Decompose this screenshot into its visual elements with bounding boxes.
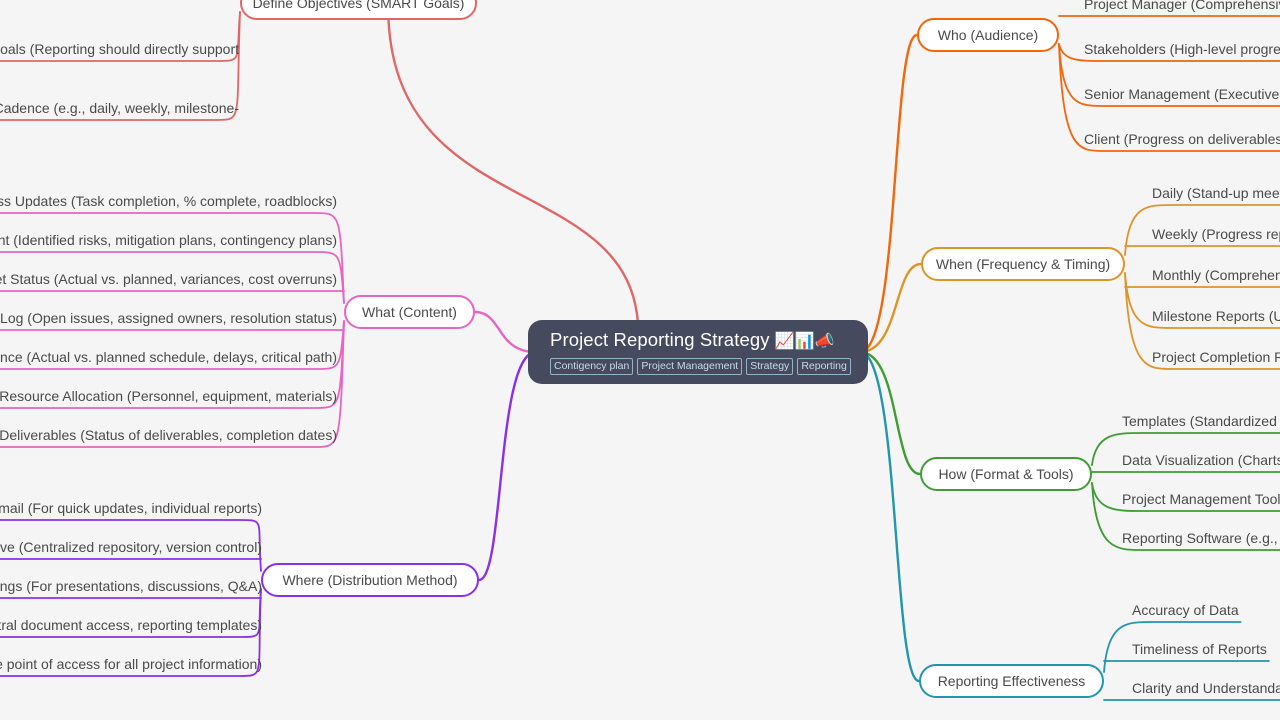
leaf-label: Stakeholders (High-level progress, risks… — [1084, 41, 1280, 57]
leaf-label: Clarity and Understandability — [1132, 680, 1280, 696]
leaf-item[interactable]: Senior Management (Executive summary) — [1082, 85, 1280, 108]
leaf-label: Risk Assessment (Identified risks, mitig… — [0, 232, 337, 248]
leaf-item[interactable]: Clarity and Understandability — [1130, 679, 1280, 702]
leaf-item[interactable]: Meetings (For presentations, discussions… — [0, 577, 264, 600]
leaf-item[interactable]: Key Deliverables (Status of deliverables… — [0, 426, 339, 449]
branch-label: What (Content) — [362, 304, 457, 320]
leaf-item[interactable]: Intranet (Single point of access for all… — [0, 655, 264, 678]
branch-node-who-audience[interactable]: Who (Audience) — [917, 18, 1059, 52]
leaf-item[interactable]: Accuracy of Data — [1130, 601, 1241, 624]
leaf-label: Shared Drive (Centralized repository, ve… — [0, 539, 262, 555]
tag-strategy[interactable]: Strategy — [746, 358, 794, 375]
leaf-label: Client (Progress on deliverables, milest… — [1084, 131, 1280, 147]
leaf-label: Data Visualization (Charts, graphs) — [1122, 452, 1280, 468]
root-node[interactable]: Project Reporting Strategy 📈📊📣 Contigenc… — [528, 320, 868, 384]
leaf-item[interactable]: Reporting Software (e.g., Power BI) — [1120, 529, 1280, 552]
leaf-label: Email (For quick updates, individual rep… — [0, 500, 262, 516]
root-tag-list: Contigency plan Project Management Strat… — [550, 358, 854, 375]
tag-reporting[interactable]: Reporting — [797, 358, 851, 375]
branch-label: Who (Audience) — [937, 27, 1039, 43]
leaf-label: Schedule Performance (Actual vs. planned… — [0, 349, 337, 365]
leaf-label: Timeliness of Reports — [1132, 641, 1267, 657]
leaf-label: Project Management Tools — [1122, 491, 1280, 507]
leaf-label: Project Manager (Comprehensive detail) — [1084, 0, 1280, 12]
leaf-item[interactable]: Progress Updates (Task completion, % com… — [0, 192, 339, 215]
root-title-text: Project Reporting Strategy — [550, 329, 770, 350]
leaf-item[interactable]: Issue Log (Open issues, assigned owners,… — [0, 309, 339, 332]
leaf-label: Templates (Standardized formats) — [1122, 413, 1280, 429]
leaf-item[interactable]: Project Manager (Comprehensive detail) — [1082, 0, 1280, 18]
leaf-item[interactable]: Stakeholders (High-level progress, risks… — [1082, 40, 1280, 63]
root-title: Project Reporting Strategy 📈📊📣 — [550, 328, 854, 354]
branch-label: How (Format & Tools) — [938, 466, 1074, 482]
branch-label: When (Frequency & Timing) — [935, 256, 1111, 272]
leaf-item[interactable]: Budget Status (Actual vs. planned, varia… — [0, 270, 339, 293]
leaf-label: Project Completion Report — [1152, 349, 1280, 365]
leaf-label: Accuracy of Data — [1132, 602, 1239, 618]
leaf-label: Issue Log (Open issues, assigned owners,… — [0, 310, 337, 326]
leaf-label: Senior Management (Executive summary) — [1084, 86, 1280, 102]
leaf-item[interactable]: Templates (Standardized formats) — [1120, 412, 1280, 435]
branch-node-how-format[interactable]: How (Format & Tools) — [920, 457, 1092, 491]
leaf-item[interactable]: Monthly (Comprehensive reviews) — [1150, 266, 1280, 289]
leaf-label: Monthly (Comprehensive reviews) — [1152, 267, 1280, 283]
leaf-item[interactable]: Align with Project Goals (Reporting shou… — [0, 40, 241, 63]
branch-label: Where (Distribution Method) — [282, 572, 458, 588]
leaf-item[interactable]: Resource Allocation (Personnel, equipmen… — [0, 387, 339, 410]
leaf-item[interactable]: Data Visualization (Charts, graphs) — [1120, 451, 1280, 474]
leaf-label: Progress Updates (Task completion, % com… — [0, 193, 337, 209]
leaf-label: Meetings (For presentations, discussions… — [0, 578, 262, 594]
branch-node-reporting-effectiveness[interactable]: Reporting Effectiveness — [919, 664, 1104, 698]
leaf-item[interactable]: Weekly (Progress reports) — [1150, 225, 1280, 248]
leaf-item[interactable]: Project Completion Report — [1150, 348, 1280, 371]
leaf-label: Key Deliverables (Status of deliverables… — [0, 427, 337, 443]
tag-project-management[interactable]: Project Management — [637, 358, 743, 375]
leaf-label: Budget Status (Actual vs. planned, varia… — [0, 271, 337, 287]
leaf-item[interactable]: Establish Reporting Cadence (e.g., daily… — [0, 99, 241, 122]
leaf-item[interactable]: Email (For quick updates, individual rep… — [0, 499, 264, 522]
leaf-item[interactable]: Risk Assessment (Identified risks, mitig… — [0, 231, 339, 254]
leaf-item[interactable]: Project Management Tools — [1120, 490, 1280, 513]
tag-contigency-plan[interactable]: Contigency plan — [550, 358, 634, 375]
leaf-label: Project Portal (Central document access,… — [0, 617, 262, 633]
branch-label: Define Objectives (SMART Goals) — [252, 0, 465, 11]
branch-node-when-frequency[interactable]: When (Frequency & Timing) — [921, 247, 1125, 281]
leaf-item[interactable]: Daily (Stand-up meetings) — [1150, 184, 1280, 207]
leaf-item[interactable]: Milestone Reports (Upon completion) — [1150, 307, 1280, 330]
branch-node-what-content[interactable]: What (Content) — [344, 295, 475, 329]
branch-node-where-distribution[interactable]: Where (Distribution Method) — [261, 563, 479, 597]
leaf-label: Align with Project Goals (Reporting shou… — [0, 41, 239, 57]
mindmap-canvas: Project Reporting Strategy 📈📊📣 Contigenc… — [0, 0, 1280, 720]
branch-label: Reporting Effectiveness — [937, 673, 1086, 689]
leaf-label: Reporting Software (e.g., Power BI) — [1122, 530, 1280, 546]
root-emoji-icons: 📈📊📣 — [774, 333, 835, 350]
leaf-label: Resource Allocation (Personnel, equipmen… — [0, 388, 337, 404]
leaf-item[interactable]: Timeliness of Reports — [1130, 640, 1269, 663]
leaf-item[interactable]: Client (Progress on deliverables, milest… — [1082, 130, 1280, 153]
leaf-item[interactable]: Schedule Performance (Actual vs. planned… — [0, 348, 339, 371]
leaf-item[interactable]: Shared Drive (Centralized repository, ve… — [0, 538, 264, 561]
leaf-label: Weekly (Progress reports) — [1152, 226, 1280, 242]
leaf-label: Milestone Reports (Upon completion) — [1152, 308, 1280, 324]
leaf-label: Daily (Stand-up meetings) — [1152, 185, 1280, 201]
leaf-label: Establish Reporting Cadence (e.g., daily… — [0, 100, 239, 116]
branch-node-define-objectives[interactable]: Define Objectives (SMART Goals) — [240, 0, 477, 20]
leaf-item[interactable]: Project Portal (Central document access,… — [0, 616, 264, 639]
leaf-label: Intranet (Single point of access for all… — [0, 656, 262, 672]
